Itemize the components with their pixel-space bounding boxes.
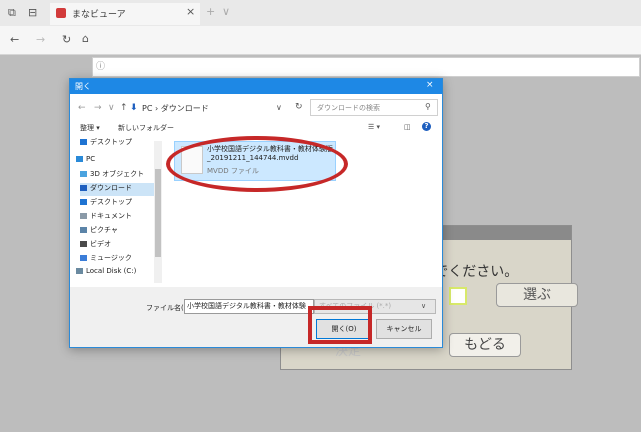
music-icon [80,255,87,261]
tab-actions-icon[interactable]: ⧉ [8,6,16,20]
browser-tab[interactable]: まなビューア × [50,3,200,25]
highlight-ellipse [166,136,348,192]
info-icon[interactable]: ⓘ [96,60,105,74]
pc-icon [76,156,83,162]
dialog-title: 開く [75,82,91,91]
search-input[interactable]: ダウンロードの検索 ⚲ [310,99,438,116]
preview-pane-icon[interactable]: ◫ [404,123,411,131]
new-folder-button[interactable]: 新しいフォルダー [118,123,174,133]
desktop-icon [80,139,87,145]
organize-button[interactable]: 整理 ▾ [80,123,100,133]
dialog-back-icon[interactable]: ← [78,103,86,113]
pictures-icon [80,227,87,233]
tab-menu-icon[interactable]: ∨ [222,5,230,19]
videos-icon [80,241,87,247]
forward-icon[interactable]: → [36,33,45,47]
sidebar-scroll-thumb[interactable] [155,169,161,257]
dialog-toolbar: 整理 ▾ 新しいフォルダー ☰ ▾ ◫ ? [70,120,442,136]
search-placeholder: ダウンロードの検索 [317,104,380,112]
dialog-forward-icon[interactable]: → [94,103,102,113]
dialog-sidebar: デスクトップ PC 3D オブジェクト ダウンロード デスクトップ ドキュメント… [70,137,164,287]
disk-icon [76,268,83,274]
tab-title: まなビューア [72,10,126,20]
home-icon[interactable]: ⌂ [82,32,89,46]
dialog-title-bar: 開く × [70,79,442,94]
breadcrumb[interactable]: PC › ダウンロード [142,103,209,114]
sidebar-item-local-disk[interactable]: Local Disk (C:) [76,267,162,280]
dialog-refresh-icon[interactable]: ↻ [295,102,303,112]
sidebar-item-pc[interactable]: PC [76,155,162,168]
tab-preview-icon[interactable]: ⊟ [28,6,37,20]
downloads-folder-icon: ⬇ [130,103,138,113]
tab-bar: ⧉ ⊟ まなビューア × + ∨ [0,0,641,26]
chevron-down-icon: ∨ [421,302,427,310]
sidebar-item-downloads[interactable]: ダウンロード [80,183,154,196]
documents-icon [80,213,87,219]
open-button-highlight [308,306,372,344]
refresh-icon[interactable]: ↻ [62,33,71,47]
back-button[interactable]: もどる [449,333,521,357]
select-button[interactable]: 選ぶ [496,283,578,307]
back-icon[interactable]: ← [10,33,19,47]
help-icon[interactable]: ? [422,122,431,131]
filename-input[interactable]: 小学校国語デジタル教科書・教材体験 [184,299,314,314]
open-file-dialog: 開く × ← → ∨ ↑ ⬇ PC › ダウンロード ∨ ↻ ダウンロードの検索… [69,78,443,348]
nav-bar: ← → ↻ ⌂ ⓘ [0,26,641,77]
download-icon [80,185,87,191]
desktop-icon [80,199,87,205]
cancel-button[interactable]: キャンセル [376,319,432,339]
3d-objects-icon [80,171,87,177]
view-options-icon[interactable]: ☰ ▾ [368,123,380,131]
dialog-close-icon[interactable]: × [426,80,434,90]
tab-close-icon[interactable]: × [186,5,195,18]
app-field[interactable] [449,287,467,305]
dialog-footer: ファイル名(N): 小学校国語デジタル教科書・教材体験 すべてのファイル (*.… [70,287,442,347]
favicon-icon [56,8,66,18]
dialog-nav-bar: ← → ∨ ↑ ⬇ PC › ダウンロード ∨ ↻ ダウンロードの検索 ⚲ [70,94,442,120]
address-bar[interactable]: ⓘ [92,57,640,77]
address-dropdown-icon[interactable]: ∨ [276,103,282,112]
up-icon[interactable]: ↑ [120,103,128,113]
search-icon: ⚲ [425,102,431,111]
recent-locations-icon[interactable]: ∨ [108,103,115,113]
new-tab-icon[interactable]: + [206,5,215,19]
